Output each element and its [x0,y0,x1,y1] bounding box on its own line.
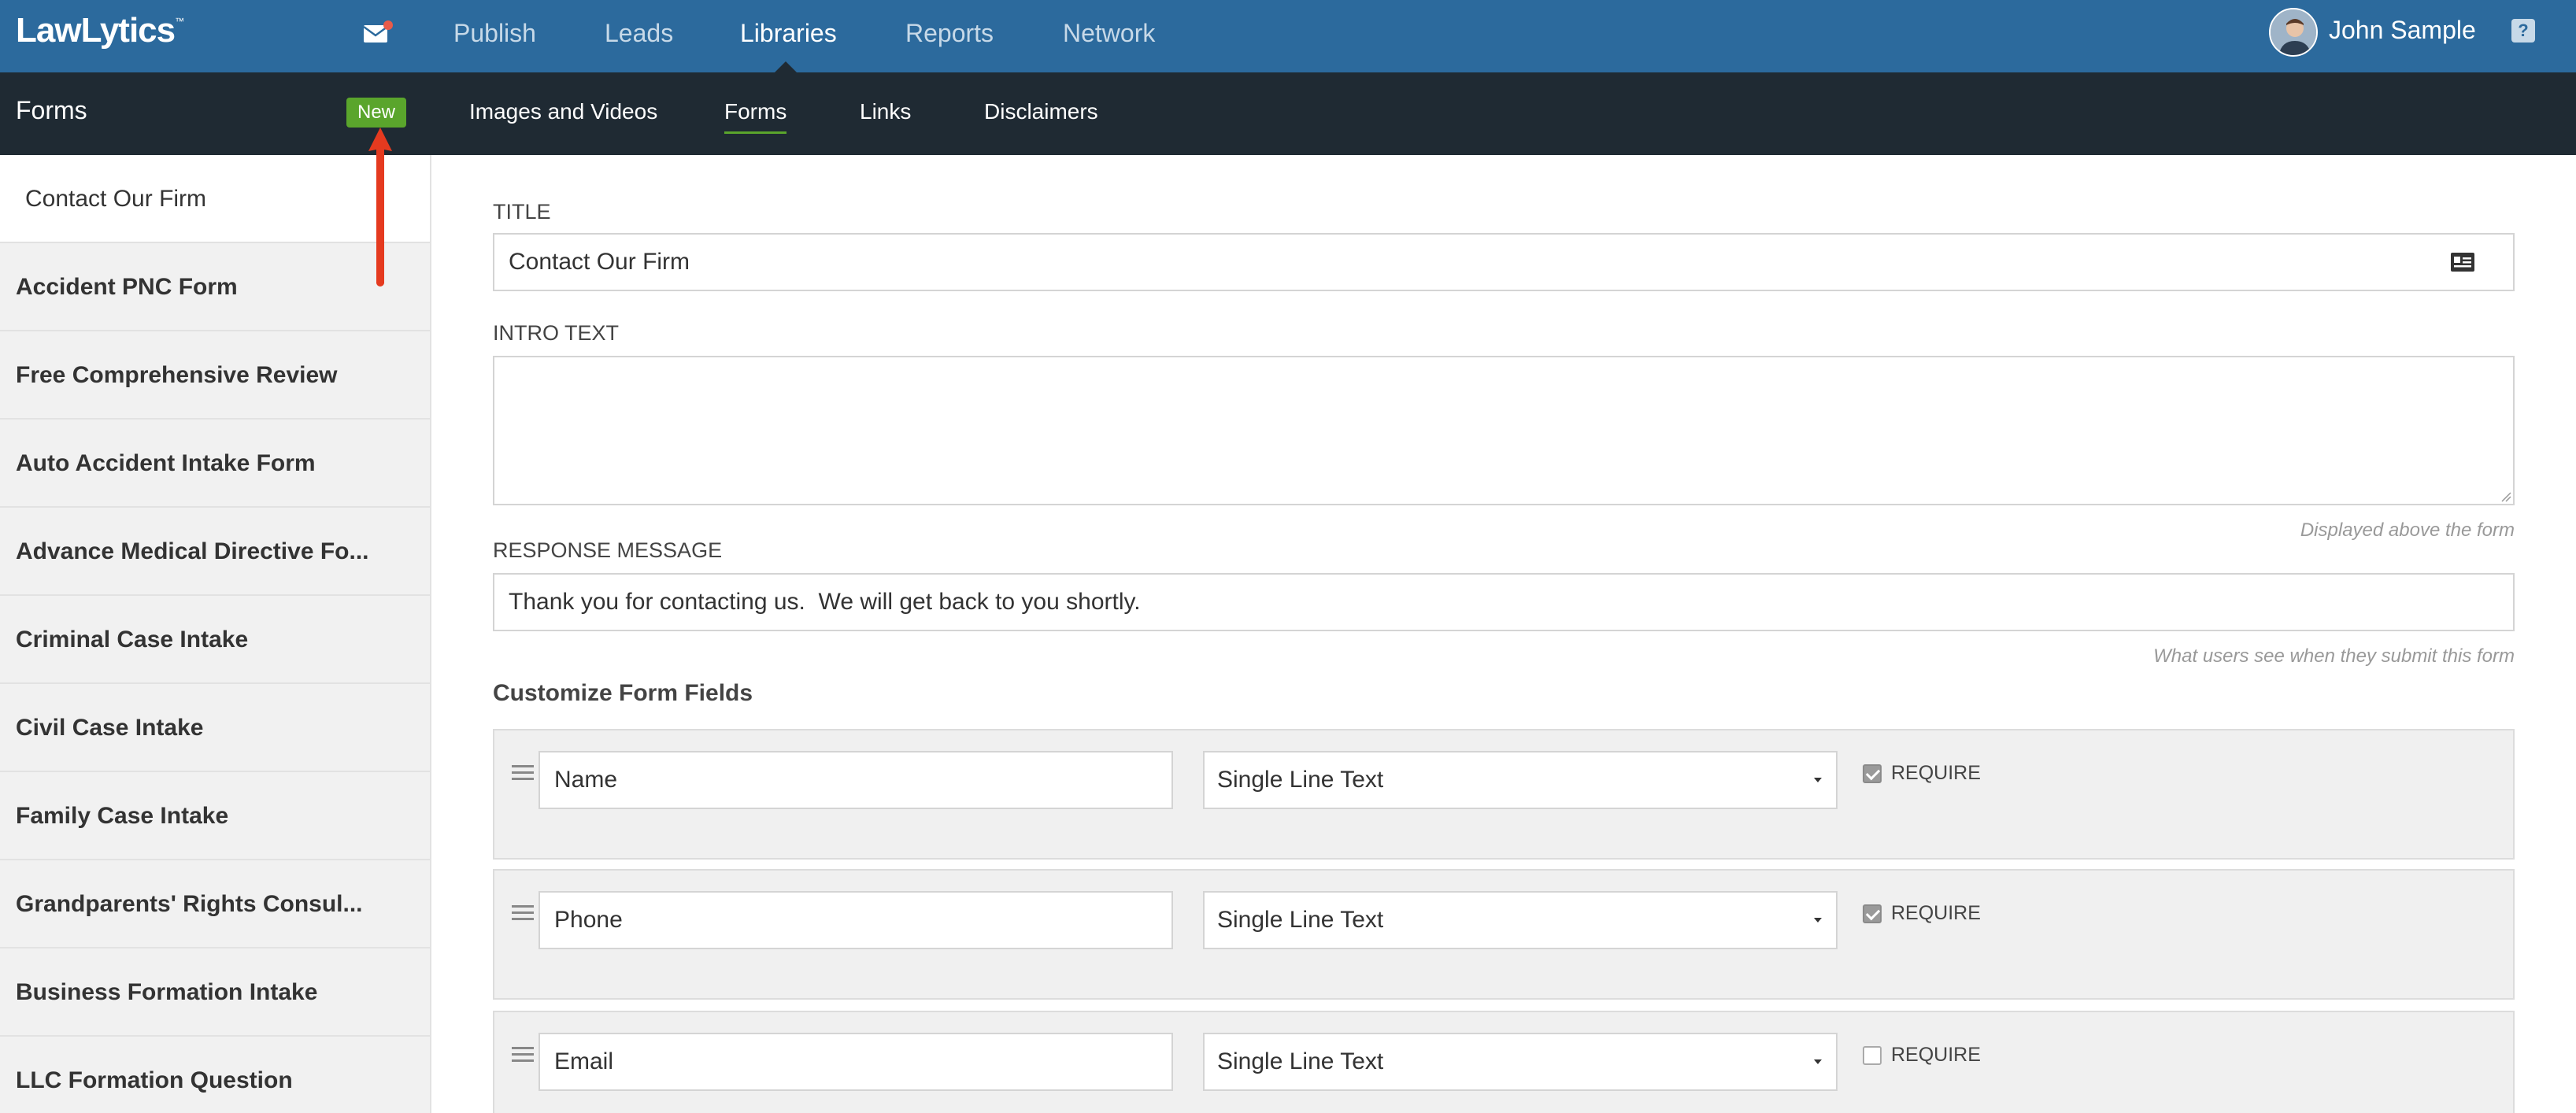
form-field-row: Email Single Line Text REQUIRE [493,1011,2515,1113]
checkbox-icon[interactable] [1863,764,1882,783]
require-label: REQUIRE [1891,1044,1981,1066]
chevron-down-icon [1814,778,1822,782]
new-form-button[interactable]: New [346,98,406,128]
title-input[interactable]: Contact Our Firm [493,233,2515,291]
title-label: TITLE [493,200,551,224]
avatar[interactable] [2269,8,2318,57]
form-field-row: Phone Single Line Text REQUIRE [493,869,2515,1000]
response-message-help: What users see when they submit this for… [2153,645,2515,667]
response-message-input[interactable]: Thank you for contacting us. We will get… [493,573,2515,631]
sidebar-item[interactable]: Civil Case Intake [0,684,430,772]
active-nav-caret [775,61,797,72]
field-type-value: Single Line Text [1217,767,1384,793]
title-input-value: Contact Our Firm [509,249,690,275]
sidebar-item[interactable]: Advance Medical Directive Fo... [0,508,430,596]
chevron-down-icon [1814,918,1822,923]
drag-handle-icon[interactable] [512,905,534,924]
contact-card-icon[interactable] [2450,252,2475,272]
help-icon[interactable]: ? [2511,19,2535,43]
require-checkbox[interactable]: REQUIRE [1863,762,1981,785]
forms-sidebar: Contact Our Firm Accident PNC Form Free … [0,155,431,1113]
intro-text-textarea[interactable] [493,356,2515,505]
nav-leads[interactable]: Leads [605,19,673,48]
nav-libraries[interactable]: Libraries [740,19,837,48]
resize-handle-icon[interactable] [2500,491,2511,502]
require-checkbox[interactable]: REQUIRE [1863,902,1981,925]
sidebar-item[interactable]: Accident PNC Form [0,243,430,331]
tab-links[interactable]: Links [860,99,911,124]
sidebar-item[interactable]: Contact Our Firm [0,155,430,243]
require-label: REQUIRE [1891,902,1981,924]
nav-publish[interactable]: Publish [453,19,536,48]
sidebar-item[interactable]: Auto Accident Intake Form [0,420,430,508]
sidebar-item[interactable]: Business Formation Intake [0,948,430,1037]
field-type-value: Single Line Text [1217,907,1384,933]
logo[interactable]: LawLytics™ [16,11,184,50]
form-field-row: Name Single Line Text REQUIRE [493,729,2515,860]
checkbox-icon[interactable] [1863,904,1882,923]
logo-trademark: ™ [175,16,184,27]
nav-network[interactable]: Network [1063,19,1155,48]
field-name-input[interactable]: Name [539,751,1173,809]
field-type-select[interactable]: Single Line Text [1203,1033,1838,1091]
sidebar-item[interactable]: Grandparents' Rights Consul... [0,860,430,948]
tab-disclaimers[interactable]: Disclaimers [984,99,1098,124]
top-navbar: LawLytics™ Publish Leads Libraries Repor… [0,0,2576,72]
user-name[interactable]: John Sample [2329,16,2476,45]
tab-forms[interactable]: Forms [724,99,787,134]
field-type-select[interactable]: Single Line Text [1203,891,1838,949]
field-name-input[interactable]: Email [539,1033,1173,1091]
require-checkbox[interactable]: REQUIRE [1863,1044,1981,1067]
section-title: Forms [16,96,87,124]
nav-reports[interactable]: Reports [905,19,994,48]
drag-handle-icon[interactable] [512,1047,534,1066]
chevron-down-icon [1814,1059,1822,1064]
sidebar-item[interactable]: Criminal Case Intake [0,596,430,684]
sidebar-item[interactable]: Free Comprehensive Review [0,331,430,420]
field-type-select[interactable]: Single Line Text [1203,751,1838,809]
response-message-value: Thank you for contacting us. We will get… [509,589,1141,615]
require-label: REQUIRE [1891,762,1981,784]
tab-images-and-videos[interactable]: Images and Videos [469,99,657,124]
intro-text-label: INTRO TEXT [493,321,620,345]
mail-icon[interactable] [363,20,394,44]
sidebar-item[interactable]: LLC Formation Question [0,1037,430,1113]
customize-fields-title: Customize Form Fields [493,680,753,706]
annotation-arrow-icon [368,128,392,287]
field-name-input[interactable]: Phone [539,891,1173,949]
checkbox-icon[interactable] [1863,1045,1882,1065]
intro-text-help: Displayed above the form [2300,520,2515,541]
sidebar-item[interactable]: Family Case Intake [0,772,430,860]
field-type-value: Single Line Text [1217,1048,1384,1074]
drag-handle-icon[interactable] [512,765,534,784]
response-message-label: RESPONSE MESSAGE [493,538,723,562]
logo-text: LawLytics [16,11,176,50]
